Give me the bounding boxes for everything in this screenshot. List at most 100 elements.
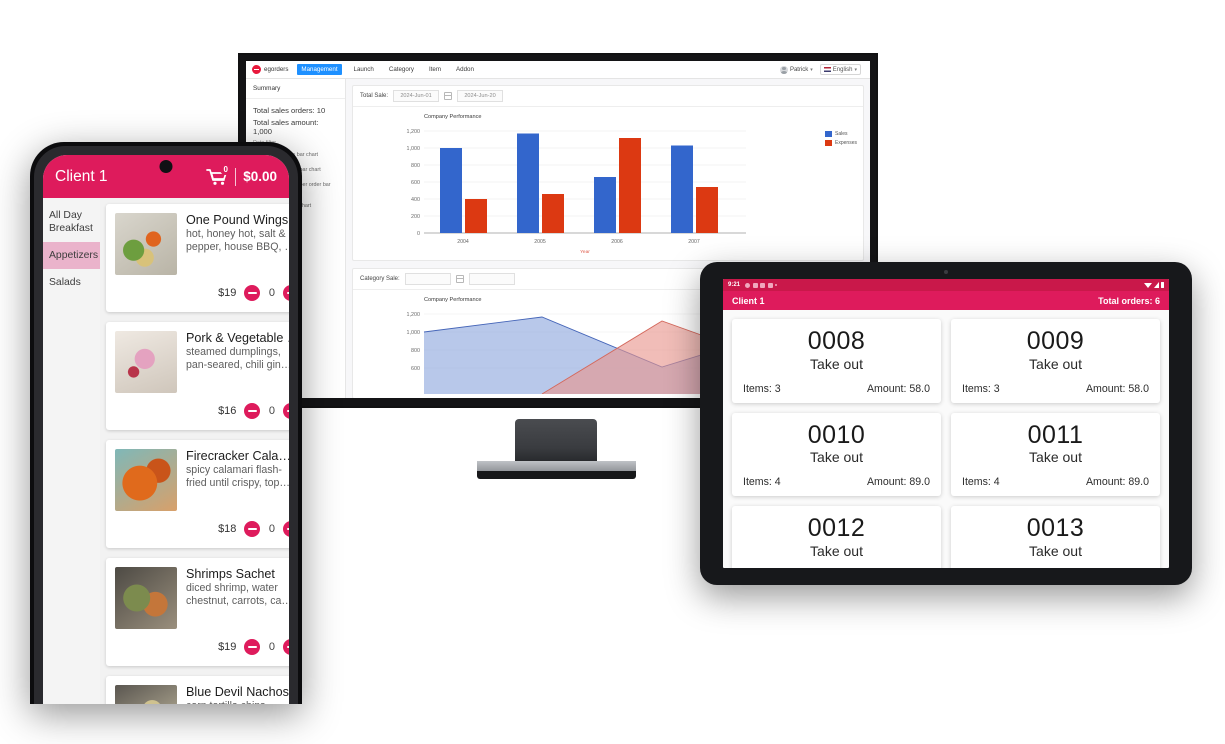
nav-item-launch[interactable]: Launch: [351, 64, 377, 75]
order-type: Take out: [1029, 355, 1082, 372]
legend-item-expenses[interactable]: Expenses: [825, 140, 857, 146]
svg-text:Year: Year: [580, 249, 590, 255]
svg-text:1,000: 1,000: [407, 146, 421, 152]
phone-screen: Client 1 0 $0.00 All Day Breakfast Appet…: [43, 155, 289, 704]
nav-item-category[interactable]: Category: [386, 64, 417, 75]
notification-icon: [745, 282, 751, 288]
menu-item-description: corn tortilla chips layered with bell pe…: [186, 700, 289, 704]
order-card[interactable]: 0009 Take out Items: 3 Amount: 58.0: [951, 319, 1160, 403]
menu-item-description: diced shrimp, water chestnut, carrots, c…: [186, 582, 289, 607]
order-number: 0013: [1026, 514, 1085, 542]
total-sale-date-to[interactable]: 2024-Jun-20: [457, 90, 504, 102]
notification-icon: [752, 282, 758, 288]
phone-device: Client 1 0 $0.00 All Day Breakfast Appet…: [30, 142, 302, 704]
order-items: Items: 4: [962, 476, 1000, 488]
brand-name: egorders: [264, 66, 289, 73]
order-amount: Amount: 89.0: [866, 476, 930, 488]
menu-item-price: $18: [218, 523, 237, 535]
nav-item-item[interactable]: Item: [426, 64, 444, 75]
legend-item-sales[interactable]: Sales: [825, 131, 857, 137]
plus-circle-icon[interactable]: [283, 639, 289, 655]
menu-item[interactable]: Pork & Vegetable … steamed dumplings, pa…: [106, 322, 289, 430]
menu-item-name: Shrimps Sachet: [186, 567, 275, 581]
plus-circle-icon[interactable]: [283, 521, 289, 537]
user-avatar-icon: [779, 65, 788, 74]
wifi-icon: [1144, 282, 1152, 288]
plus-circle-icon[interactable]: [283, 285, 289, 301]
order-type: Take out: [810, 449, 863, 465]
svg-text:2007: 2007: [688, 239, 700, 245]
orders-grid: 0008 Take out Items: 3 Amount: 58.0 0009…: [723, 310, 1169, 568]
menu-item[interactable]: One Pound Wings hot, honey hot, salt & p…: [106, 204, 289, 312]
notification-icon: [760, 282, 766, 288]
brand-logo[interactable]: egorders: [252, 65, 288, 74]
order-card[interactable]: 0008 Take out Items: 3 Amount: 58.0: [732, 319, 941, 403]
category-sale-label: Category Sale:: [360, 276, 400, 282]
nav-item-addon[interactable]: Addon: [453, 64, 477, 75]
svg-text:800: 800: [411, 163, 420, 169]
plus-circle-icon[interactable]: [283, 403, 289, 419]
tablet-total-orders: Total orders: 6: [1098, 295, 1160, 306]
minus-circle-icon[interactable]: [244, 521, 261, 537]
calendar-icon[interactable]: [455, 275, 464, 283]
menu-item-top: Shrimps Sachet diced shrimp, water chest…: [115, 567, 289, 629]
status-system-icons: [1144, 282, 1164, 288]
menu-item-controls: $18 0: [115, 521, 289, 537]
menu-item-description: spicy calamari flash-fried until crispy,…: [186, 464, 289, 489]
menu-item-description: steamed dumplings, pan-seared, chili gin…: [186, 346, 289, 371]
svg-text:600: 600: [411, 180, 420, 186]
tablet-status-bar: 9:21: [723, 279, 1169, 291]
menu-item-text: Shrimps Sachet diced shrimp, water chest…: [186, 567, 289, 629]
order-items: Items: 4: [743, 476, 781, 488]
svg-text:1,200: 1,200: [407, 129, 421, 135]
order-type: Take out: [810, 542, 863, 559]
minus-circle-icon[interactable]: [244, 285, 261, 301]
menu-item-list[interactable]: One Pound Wings hot, honey hot, salt & p…: [100, 198, 289, 704]
svg-text:200: 200: [411, 214, 420, 220]
category-sale-date-to[interactable]: [468, 273, 515, 285]
order-number: 0009: [1026, 327, 1085, 355]
menu-item-quantity: 0: [268, 523, 275, 535]
order-card[interactable]: 0012 Take out Items: 4 Amount: 89.0: [732, 506, 941, 568]
category-appetizers[interactable]: Appetizers: [43, 242, 100, 269]
phone-client-title: Client 1: [55, 167, 108, 185]
total-sale-date-from[interactable]: 2024-Jun-01: [393, 90, 440, 102]
bar-chart-legend: Sales Expenses: [825, 131, 857, 149]
category-salads[interactable]: Salads: [43, 269, 100, 296]
order-type: Take out: [1029, 542, 1082, 559]
menu-item-photo: [115, 449, 177, 511]
us-flag-icon: [823, 67, 831, 72]
phone-body: All Day Breakfast Appetizers Salads One …: [43, 198, 289, 704]
minus-circle-icon[interactable]: [244, 403, 261, 419]
category-sidebar: All Day Breakfast Appetizers Salads: [43, 198, 100, 704]
category-all-day-breakfast[interactable]: All Day Breakfast: [43, 202, 100, 242]
shopping-cart-icon[interactable]: 0: [206, 164, 232, 186]
order-card[interactable]: 0013 Take out Items: 4 Amount: 89.0: [951, 506, 1160, 568]
category-sale-date-from[interactable]: [404, 273, 451, 285]
tablet-camera-icon: [944, 270, 948, 274]
svg-text:600: 600: [411, 366, 420, 372]
menu-item-photo: [115, 213, 177, 275]
bar-chart-panel: Company Performance 1,200 1,000 800 600 …: [353, 107, 863, 260]
chevron-down-icon: ▾: [854, 66, 857, 73]
legend-label-expenses: Expenses: [835, 140, 857, 146]
svg-text:0: 0: [417, 231, 420, 237]
menu-item[interactable]: Shrimps Sachet diced shrimp, water chest…: [106, 558, 289, 666]
menu-item[interactable]: Blue Devil Nachos corn tortilla chips la…: [106, 676, 289, 704]
nav-item-management[interactable]: Management: [297, 64, 342, 75]
bar-chart[interactable]: 1,200 1,000 800 600 400 200 0 2004 2005 …: [362, 123, 798, 256]
svg-text:2005: 2005: [534, 239, 546, 245]
menu-item[interactable]: Firecracker Cala… spicy calamari flash-f…: [106, 440, 289, 548]
minus-circle-icon[interactable]: [244, 639, 261, 655]
order-items: Items: 3: [743, 382, 781, 395]
cart-badge: 0: [220, 164, 232, 175]
notification-icon: [767, 282, 773, 288]
order-amount: Amount: 58.0: [1085, 382, 1149, 395]
user-menu[interactable]: Patrick ▾: [779, 65, 813, 74]
language-selector[interactable]: English ▾: [819, 64, 861, 75]
calendar-icon[interactable]: [444, 92, 453, 100]
order-number: 0010: [807, 420, 866, 449]
status-time: 9:21: [728, 282, 741, 288]
order-card[interactable]: 0010 Take out Items: 4 Amount: 89.0: [732, 412, 941, 496]
order-card[interactable]: 0011 Take out Items: 4 Amount: 89.0: [951, 412, 1160, 496]
